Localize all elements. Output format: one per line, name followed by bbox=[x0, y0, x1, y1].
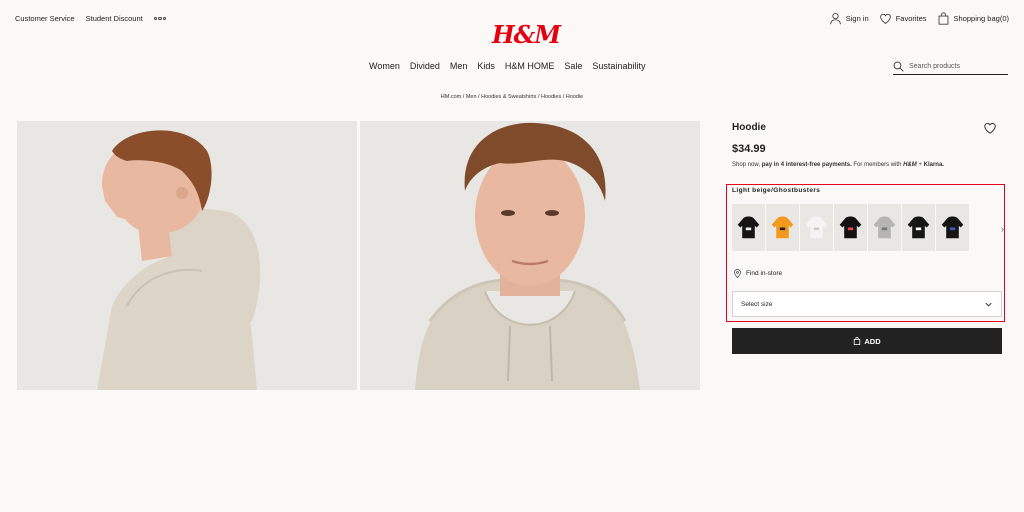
chevron-down-icon bbox=[985, 302, 992, 307]
add-to-bag-button[interactable]: ADD bbox=[732, 328, 1002, 354]
nav-item-kids[interactable]: Kids bbox=[477, 61, 495, 71]
shopping-bag-label: Shopping bag(0) bbox=[953, 14, 1009, 23]
favorites-link[interactable]: Favorites bbox=[879, 12, 927, 25]
search-placeholder: Search products bbox=[909, 62, 960, 70]
product-image-side[interactable] bbox=[17, 121, 357, 390]
hoodie-thumbnail-icon bbox=[941, 216, 964, 239]
find-in-store-link[interactable]: Find in-store bbox=[733, 269, 782, 278]
chevron-right-icon[interactable]: › bbox=[1001, 224, 1004, 234]
favorite-heart-icon[interactable] bbox=[983, 121, 997, 135]
sign-in-link[interactable]: Sign in bbox=[829, 12, 869, 25]
color-swatch-3[interactable] bbox=[800, 204, 833, 251]
klarna-brand: Klarna. bbox=[923, 162, 944, 168]
size-select-label: Select size bbox=[741, 300, 773, 308]
heart-icon bbox=[879, 13, 891, 24]
nav-item-sustainability[interactable]: Sustainability bbox=[592, 61, 645, 71]
account-links: Sign in Favorites Shopping bag(0) bbox=[829, 12, 1009, 25]
hoodie-thumbnail-icon bbox=[839, 216, 862, 239]
favorites-label: Favorites bbox=[895, 14, 927, 23]
klarna-plus: + bbox=[916, 162, 924, 168]
hoodie-thumbnail-icon bbox=[805, 216, 828, 239]
color-swatch-7[interactable] bbox=[936, 204, 969, 251]
student-discount-link[interactable]: Student Discount bbox=[86, 14, 143, 23]
nav-item-sale[interactable]: Sale bbox=[564, 61, 582, 71]
color-swatch-6[interactable] bbox=[902, 204, 935, 251]
color-swatches bbox=[732, 204, 969, 251]
nav-item-men[interactable]: Men bbox=[450, 61, 468, 71]
top-utility-links: Customer Service Student Discount bbox=[15, 14, 167, 23]
klarna-text-2: For members with bbox=[851, 162, 904, 168]
search-input[interactable]: Search products bbox=[893, 58, 1008, 75]
klarna-hm-brand: H&M bbox=[903, 162, 917, 168]
breadcrumb[interactable]: HM.com / Men / Hoodies & Sweatshirts / H… bbox=[0, 94, 1024, 100]
color-swatch-4[interactable] bbox=[834, 204, 867, 251]
hm-logo[interactable]: H&M bbox=[492, 20, 561, 49]
hoodie-thumbnail-icon bbox=[737, 216, 760, 239]
color-swatch-1[interactable] bbox=[732, 204, 765, 251]
product-title: Hoodie bbox=[732, 122, 766, 133]
selected-color-name: Light beige/Ghostbusters bbox=[732, 187, 821, 194]
product-price: $34.99 bbox=[732, 143, 766, 155]
shopping-bag-icon bbox=[938, 12, 948, 25]
user-icon bbox=[829, 12, 841, 25]
find-in-store-label: Find in-store bbox=[746, 270, 783, 277]
klarna-message: Shop now, pay in 4 interest-free payment… bbox=[732, 162, 944, 168]
more-options-icon[interactable] bbox=[153, 16, 167, 21]
location-pin-icon bbox=[734, 269, 741, 278]
klarna-text-1: Shop now, bbox=[732, 162, 762, 168]
nav-item-hm-home[interactable]: H&M HOME bbox=[505, 61, 555, 71]
nav-item-women[interactable]: Women bbox=[369, 61, 400, 71]
shopping-bag-link[interactable]: Shopping bag(0) bbox=[937, 12, 1009, 25]
hoodie-thumbnail-icon bbox=[771, 216, 794, 239]
klarna-text-bold: pay in 4 interest-free payments. bbox=[761, 162, 852, 168]
product-image-front[interactable] bbox=[360, 121, 700, 390]
color-swatch-5[interactable] bbox=[868, 204, 901, 251]
sign-in-label: Sign in bbox=[845, 14, 869, 23]
search-icon bbox=[893, 61, 904, 72]
nav-item-divided[interactable]: Divided bbox=[410, 61, 440, 71]
shopping-bag-icon bbox=[854, 337, 861, 345]
size-select[interactable]: Select size bbox=[732, 291, 1002, 317]
main-nav: Women Divided Men Kids H&M HOME Sale Sus… bbox=[369, 61, 645, 71]
customer-service-link[interactable]: Customer Service bbox=[15, 14, 75, 23]
hoodie-thumbnail-icon bbox=[873, 216, 896, 239]
color-swatch-2[interactable] bbox=[766, 204, 799, 251]
hoodie-thumbnail-icon bbox=[907, 216, 930, 239]
add-button-label: ADD bbox=[864, 336, 881, 346]
